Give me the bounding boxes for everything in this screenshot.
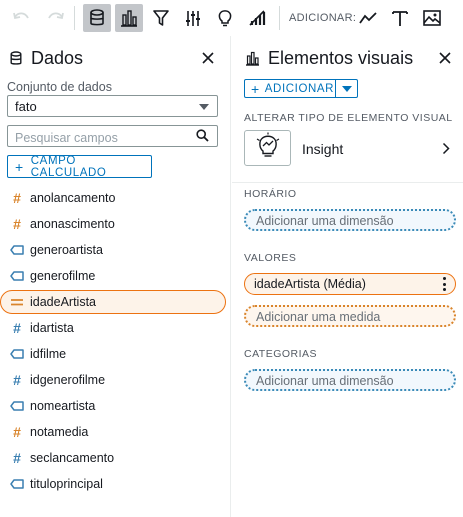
add-visual-dropdown[interactable] (336, 79, 358, 98)
tag-icon (10, 348, 24, 360)
drop-zone-placeholder: Adicionar uma dimensão (256, 214, 394, 228)
tag-icon (10, 478, 24, 490)
field-name: generoartista (30, 243, 103, 257)
data-panel: Dados Conjunto de dados fato + CAMPO CAL… (0, 36, 231, 517)
visual-type-card[interactable] (244, 130, 291, 166)
lightbulb-icon[interactable] (211, 4, 239, 32)
field-item[interactable]: # idartista (0, 316, 231, 340)
bar-chart-icon (245, 51, 260, 71)
measure-icon: # (13, 424, 21, 440)
field-item[interactable]: # seclancamento (0, 446, 231, 470)
values-drop-zone[interactable]: Adicionar uma medida (244, 305, 456, 327)
field-name: seclancamento (30, 451, 115, 465)
measure-icon: # (13, 190, 21, 206)
dataset-select[interactable]: fato (7, 95, 218, 117)
value-field-pill[interactable]: idadeArtista (Média) (244, 273, 456, 295)
tag-icon (10, 244, 24, 256)
close-icon[interactable] (201, 51, 217, 67)
value-field-name: idadeArtista (Média) (254, 277, 366, 291)
add-visual-split-button: + ADICIONAR (244, 79, 358, 98)
toolbar-divider (279, 6, 280, 30)
insight-icon (254, 132, 282, 165)
categories-section-label: CATEGORIAS (244, 348, 318, 360)
image-icon[interactable] (418, 4, 446, 32)
calculated-field-label: CAMPO CALCULADO (30, 154, 107, 179)
dimension-hash-icon: # (13, 320, 21, 336)
tag-icon (10, 270, 24, 282)
toolbar: ADICIONAR: (0, 0, 463, 36)
field-name: idartista (30, 321, 74, 335)
plus-icon: + (15, 158, 24, 175)
close-icon[interactable] (438, 51, 454, 67)
redo-icon[interactable] (41, 4, 69, 32)
field-item[interactable]: nomeartista (0, 394, 231, 418)
panel-title: Dados (31, 48, 84, 68)
field-item[interactable]: # notamedia (0, 420, 231, 444)
chevron-down-icon (199, 104, 209, 110)
database-icon (10, 51, 22, 71)
text-icon[interactable] (386, 4, 414, 32)
search-input[interactable] (7, 125, 218, 147)
search-icon[interactable] (196, 129, 209, 147)
panel-title: Elementos visuais (268, 48, 414, 68)
field-item[interactable]: # anolancamento (0, 186, 231, 210)
measure-icon: # (13, 216, 21, 232)
undo-icon[interactable] (8, 4, 36, 32)
database-icon[interactable] (83, 4, 111, 32)
change-visual-type-label: ALTERAR TIPO DE ELEMENTO VISUAL (244, 112, 453, 124)
categories-drop-zone[interactable]: Adicionar uma dimensão (244, 369, 456, 391)
field-item[interactable]: # anonascimento (0, 212, 231, 236)
field-item[interactable]: generofilme (0, 264, 231, 288)
chevron-down-icon (341, 85, 352, 92)
dimension-hash-icon: # (13, 372, 21, 388)
add-visual-label: ADICIONAR (264, 82, 335, 95)
filter-icon[interactable] (147, 4, 175, 32)
field-item[interactable]: # idgenerofilme (0, 368, 231, 392)
gauge-chart-icon[interactable] (243, 4, 271, 32)
field-name: idadeArtista (30, 295, 97, 309)
dimension-hash-icon: # (13, 450, 21, 466)
field-name: idgenerofilme (30, 373, 106, 387)
drop-zone-placeholder: Adicionar uma medida (256, 310, 381, 324)
field-name: anolancamento (30, 191, 116, 205)
field-item[interactable]: generoartista (0, 238, 231, 262)
chevron-right-icon[interactable] (442, 142, 450, 160)
plus-icon: + (251, 80, 260, 97)
more-options-icon[interactable] (442, 277, 446, 291)
field-item[interactable]: tituloprincipal (0, 472, 231, 496)
toolbar-divider (74, 6, 75, 30)
field-name: tituloprincipal (30, 477, 103, 491)
field-name: anonascimento (30, 217, 115, 231)
field-name: nomeartista (30, 399, 96, 413)
visuals-panel: Elementos visuais + ADICIONAR ALTERAR TI… (232, 36, 463, 517)
values-section-label: VALORES (244, 252, 297, 264)
visual-type-name: Insight (302, 141, 344, 157)
line-chart-icon[interactable] (354, 4, 382, 32)
add-label: ADICIONAR: (289, 12, 357, 24)
field-name: notamedia (30, 425, 89, 439)
time-drop-zone[interactable]: Adicionar uma dimensão (244, 209, 456, 231)
drop-zone-placeholder: Adicionar uma dimensão (256, 374, 394, 388)
field-name: generofilme (30, 269, 96, 283)
dataset-label: Conjunto de dados (7, 80, 112, 94)
field-item[interactable]: idfilme (0, 342, 231, 366)
equals-icon (10, 296, 24, 308)
time-section-label: HORÁRIO (244, 188, 297, 200)
add-calculated-field-button[interactable]: + CAMPO CALCULADO (7, 154, 152, 179)
add-visual-button[interactable]: + ADICIONAR (244, 79, 336, 98)
sliders-icon[interactable] (179, 4, 207, 32)
bar-chart-icon[interactable] (115, 4, 143, 32)
field-name: idfilme (30, 347, 67, 361)
tag-icon (10, 400, 24, 412)
field-item-selected[interactable]: idadeArtista (0, 290, 231, 314)
divider (232, 182, 463, 183)
dataset-value: fato (15, 99, 37, 114)
